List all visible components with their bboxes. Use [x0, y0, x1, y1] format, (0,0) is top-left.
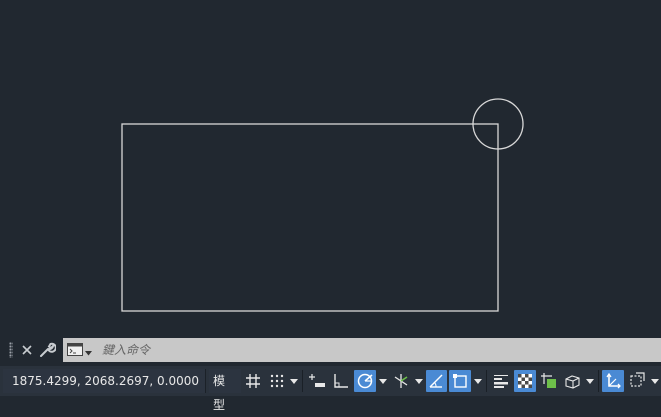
- recent-commands-button[interactable]: [67, 341, 92, 360]
- drawing-canvas[interactable]: [0, 0, 661, 338]
- command-input-area: [63, 338, 661, 362]
- selection-cycling-icon[interactable]: [538, 370, 560, 392]
- drag-grip-icon[interactable]: [9, 342, 13, 358]
- dynamic-ucs-icon[interactable]: [602, 370, 625, 392]
- lineweight-icon[interactable]: [490, 370, 512, 392]
- 3d-object-snap-icon[interactable]: [562, 370, 584, 392]
- chevron-down-icon[interactable]: [649, 370, 661, 392]
- chevron-down-icon[interactable]: [377, 370, 389, 392]
- transparency-icon[interactable]: [513, 370, 536, 392]
- divider: [598, 370, 600, 392]
- close-icon[interactable]: [17, 340, 37, 360]
- isometric-icon[interactable]: [390, 370, 412, 392]
- rectangle-shape[interactable]: [121, 123, 499, 312]
- divider: [302, 370, 304, 392]
- divider: [486, 370, 488, 392]
- command-input[interactable]: [102, 340, 661, 360]
- model-space-button[interactable]: 模型: [209, 369, 241, 412]
- chevron-down-icon[interactable]: [584, 370, 596, 392]
- command-line: [0, 338, 661, 362]
- object-snap-icon[interactable]: [449, 370, 472, 392]
- ortho-icon[interactable]: [330, 370, 352, 392]
- infer-constraints-icon[interactable]: [306, 370, 328, 392]
- chevron-down-icon[interactable]: [472, 370, 484, 392]
- polar-tracking-icon[interactable]: [354, 370, 376, 392]
- selection-filter-icon[interactable]: [626, 370, 648, 392]
- grid-icon[interactable]: [242, 370, 264, 392]
- chevron-down-icon[interactable]: [413, 370, 425, 392]
- status-bar: 1875.4299, 2068.2697, 0.0000 模型: [0, 366, 661, 412]
- object-snap-tracking-icon[interactable]: [425, 370, 448, 392]
- chevron-down-icon[interactable]: [289, 370, 301, 392]
- chevron-down-icon: [85, 341, 92, 360]
- command-prompt-icon: [67, 341, 83, 360]
- coordinates-readout[interactable]: 1875.4299, 2068.2697, 0.0000: [3, 369, 207, 393]
- wrench-icon[interactable]: [37, 340, 57, 360]
- snap-icon[interactable]: [266, 370, 288, 392]
